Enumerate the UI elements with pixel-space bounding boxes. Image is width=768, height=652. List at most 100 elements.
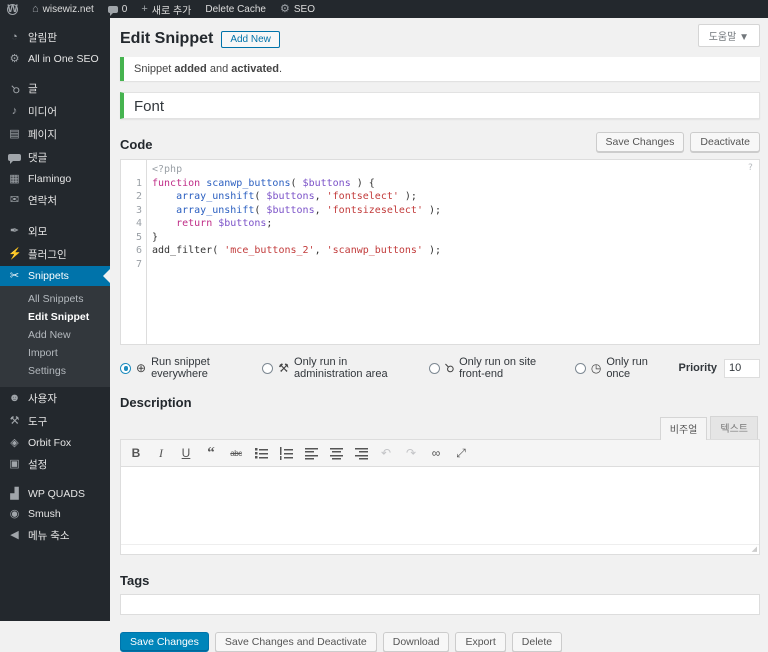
toolbar-button-blockquote[interactable]: “ [200, 443, 222, 463]
radio-run-admin-only[interactable] [262, 363, 273, 374]
sidebar-item-appearance[interactable]: ✒외모 [0, 220, 110, 243]
tab-text[interactable]: 텍스트 [710, 416, 758, 439]
toolbar-button-numbered-list[interactable] [275, 443, 297, 463]
deactivate-button[interactable]: Deactivate [690, 132, 760, 152]
undo-icon: ↶ [381, 446, 391, 460]
submenu-item-settings[interactable]: Settings [0, 362, 110, 380]
add-new-button[interactable]: Add New [221, 31, 280, 48]
sidebar-item-media-label: 미디어 [28, 104, 57, 119]
sidebar-item-users[interactable]: ☻사용자 [0, 387, 110, 410]
sidebar-item-dashboard[interactable]: ◔알림판 [0, 26, 110, 49]
sidebar-item-tools[interactable]: ⚒도구 [0, 410, 110, 433]
topbar-delete-cache[interactable]: Delete Cache [198, 0, 273, 18]
topbar-seo-menu[interactable]: ⚙SEO [273, 0, 322, 18]
toolbar-button-underline[interactable]: U [175, 443, 197, 463]
tools-icon: ⚒ [8, 416, 21, 427]
users-icon: ☻ [8, 393, 21, 404]
toolbar-button-italic[interactable]: I [150, 443, 172, 463]
snippet-title-field[interactable]: Font [120, 92, 760, 119]
priority-input[interactable] [724, 359, 760, 378]
toolbar-button-undo[interactable]: ↶ [375, 443, 397, 463]
sidebar-item-comments[interactable]: 댓글 [0, 146, 110, 169]
submenu-item-add-new[interactable]: Add New [0, 326, 110, 344]
sidebar-item-all-in-one-seo-label: All in One SEO [28, 53, 99, 65]
sidebar-item-wp-quads[interactable]: ▟WP QUADS [0, 484, 110, 504]
save-changes-button-top[interactable]: Save Changes [596, 132, 685, 152]
toolbar-button-bullet-list[interactable] [250, 443, 272, 463]
download-button[interactable]: Download [383, 632, 450, 652]
submenu-item-add-new-label: Add New [28, 329, 71, 341]
scope-option-run-everywhere[interactable]: ⊕Run snippet everywhere [120, 356, 236, 380]
numbered-list-icon [280, 447, 293, 460]
code-editor[interactable]: 1234567 <?phpfunction scanwp_buttons( $b… [120, 159, 760, 345]
topbar-comments-count[interactable]: 0 [101, 0, 135, 18]
toolbar-button-link[interactable]: ∞ [425, 443, 447, 463]
align-left-icon [305, 447, 318, 460]
scope-option-run-admin-only[interactable]: ⚒Only run in administration area [262, 356, 403, 380]
tags-input[interactable] [120, 594, 760, 615]
toolbar-button-strikethrough[interactable]: abc [225, 443, 247, 463]
topbar-new-content-label: 새로 추가 [152, 2, 192, 17]
strikethrough-icon: abc [230, 449, 241, 458]
code-meta-line: <?php [152, 163, 759, 177]
sidebar-item-collapse-menu[interactable]: ◀메뉴 축소 [0, 524, 110, 547]
sidebar-item-media[interactable]: ♪ 미디어 [0, 100, 110, 123]
media-icon: ♪ [8, 106, 21, 117]
appearance-icon: ✒ [8, 226, 21, 237]
toolbar-button-align-right[interactable] [350, 443, 372, 463]
description-heading: Description [120, 395, 760, 410]
plus-icon: + [141, 4, 147, 15]
submenu-item-all-snippets[interactable]: All Snippets [0, 290, 110, 308]
sidebar-item-settings-general[interactable]: ▣설정 [0, 453, 110, 476]
submenu-item-all-snippets-label: All Snippets [28, 293, 83, 305]
sidebar-item-pages[interactable]: ▤페이지 [0, 123, 110, 146]
export-button[interactable]: Export [455, 632, 505, 652]
description-content[interactable] [121, 467, 759, 544]
delete-button[interactable]: Delete [512, 632, 562, 652]
sidebar-item-contact-label: 연락처 [28, 193, 57, 208]
code-line-7 [152, 258, 759, 272]
sidebar-item-posts[interactable]: ⚲글 [0, 77, 110, 100]
scope-option-run-once[interactable]: ◷Only run once [575, 356, 653, 380]
sidebar-item-snippets[interactable]: ✂Snippets [0, 266, 110, 286]
submenu-item-edit-snippet[interactable]: Edit Snippet [0, 308, 110, 326]
editor-help-icon[interactable]: ? [748, 162, 753, 176]
sidebar-item-flamingo[interactable]: ▦Flamingo [0, 169, 110, 189]
sidebar-item-smush[interactable]: ◉Smush [0, 504, 110, 524]
fullscreen-icon: ⤢ [456, 446, 466, 461]
radio-run-once[interactable] [575, 363, 586, 374]
priority-label: Priority [678, 362, 717, 374]
sidebar-item-contact[interactable]: ✉연락처 [0, 189, 110, 212]
help-button[interactable]: 도움말 ▼ [698, 24, 760, 47]
toolbar-button-align-center[interactable] [325, 443, 347, 463]
submenu-item-edit-snippet-label: Edit Snippet [28, 311, 89, 323]
main-content: 도움말 ▼ Edit Snippet Add New Snippet added… [110, 18, 768, 621]
topbar-wordpress-menu[interactable]: W [0, 0, 25, 18]
toolbar-button-bold[interactable]: B [125, 443, 147, 463]
scope-option-run-everywhere-label: Run snippet everywhere [151, 356, 236, 380]
sidebar: ◔알림판⚙All in One SEO ⚲글 ♪ 미디어 ▤페이지댓글▦Flamingo… [0, 18, 110, 621]
topbar-new-content[interactable]: + 새로 추가 [134, 0, 198, 18]
tab-visual-label: 비주얼 [670, 425, 698, 436]
save-deactivate-button[interactable]: Save Changes and Deactivate [215, 632, 377, 652]
resize-handle-icon[interactable]: ◢ [752, 546, 757, 553]
toolbar-button-redo[interactable]: ↷ [400, 443, 422, 463]
toolbar-button-fullscreen[interactable]: ⤢ [450, 443, 472, 463]
topbar-site-name[interactable]: ⌂wisewiz.net [25, 0, 101, 18]
sidebar-item-all-in-one-seo[interactable]: ⚙All in One SEO [0, 49, 110, 69]
tab-visual[interactable]: 비주얼 [660, 417, 708, 440]
smush-icon: ◉ [8, 509, 21, 520]
scope-option-run-admin-only-label: Only run in administration area [294, 356, 403, 380]
export-button-label: Export [465, 636, 495, 648]
description-editor: BIU“ abc ↶ ↷∞ ⤢ ◢ [120, 439, 760, 555]
align-right-icon [355, 447, 368, 460]
sidebar-item-plugins[interactable]: ⚡플러그인 [0, 243, 110, 266]
save-changes-button[interactable]: Save Changes [120, 632, 209, 652]
toolbar-button-align-left[interactable] [300, 443, 322, 463]
radio-run-everywhere[interactable] [120, 363, 131, 374]
radio-run-frontend-only[interactable] [429, 363, 440, 374]
sidebar-item-orbit-fox[interactable]: ◈Orbit Fox [0, 433, 110, 453]
editor-code[interactable]: <?phpfunction scanwp_buttons( $buttons )… [147, 160, 759, 344]
scope-option-run-frontend-only[interactable]: ⚲Only run on site front-end [429, 356, 549, 380]
submenu-item-import[interactable]: Import [0, 344, 110, 362]
